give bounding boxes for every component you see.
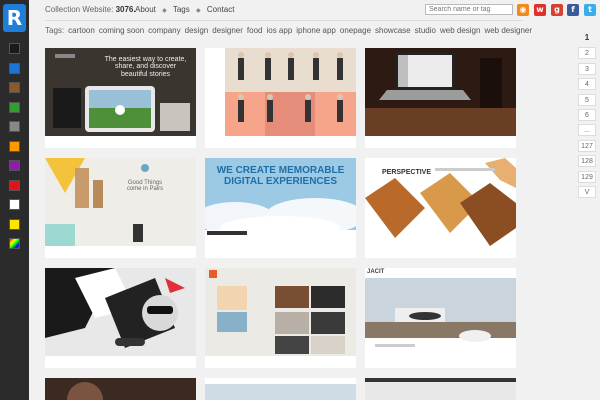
- header-divider: [45, 20, 523, 21]
- color-filter-swatch[interactable]: [9, 101, 20, 113]
- tag-link[interactable]: onepage: [340, 26, 371, 35]
- search-input[interactable]: [425, 4, 513, 15]
- site-thumbnail: [365, 48, 516, 136]
- tag-link[interactable]: web designer: [484, 26, 532, 35]
- site-thumbnail: [45, 158, 196, 246]
- tag-link[interactable]: design: [185, 26, 209, 35]
- site-card[interactable]: PERSPECTIVE: [365, 158, 516, 258]
- site-card[interactable]: [365, 48, 516, 148]
- site-logo[interactable]: R: [3, 4, 26, 32]
- page-link[interactable]: 6: [578, 109, 596, 121]
- site-thumbnail: [365, 378, 516, 400]
- top-bar: Collection Website: 3076. About ◆ Tags ◆…: [45, 0, 585, 20]
- google-plus-icon[interactable]: g: [551, 4, 563, 16]
- page-link[interactable]: 5: [578, 93, 596, 106]
- site-card[interactable]: WE CREATE MEMORABLE DIGITAL EXPERIENCES: [205, 158, 356, 258]
- site-card[interactable]: [45, 378, 196, 400]
- tag-link[interactable]: food: [247, 26, 263, 35]
- tag-link[interactable]: web design: [440, 26, 480, 35]
- card-caption: JACIT: [367, 269, 385, 275]
- sidebar: R: [0, 0, 29, 400]
- site-thumbnail: [205, 268, 356, 356]
- site-thumbnail: [45, 378, 196, 400]
- weibo-icon[interactable]: w: [534, 4, 546, 16]
- page-link[interactable]: 4: [578, 78, 596, 91]
- page-link[interactable]: V: [578, 186, 596, 198]
- nav-tags[interactable]: Tags: [173, 5, 190, 14]
- card-caption: PERSPECTIVE: [382, 169, 432, 176]
- card-caption: WE CREATE MEMORABLE DIGITAL EXPERIENCES: [216, 165, 345, 187]
- site-card[interactable]: JACIT: [365, 268, 516, 368]
- color-filter-swatch[interactable]: [9, 199, 20, 210]
- nav-separator: ◆: [162, 8, 167, 14]
- color-filter-swatch[interactable]: [9, 140, 20, 152]
- tag-link[interactable]: cartoon: [68, 26, 95, 35]
- nav-about[interactable]: About: [135, 5, 156, 14]
- page-link[interactable]: 128: [578, 155, 596, 168]
- site-card[interactable]: The easiest way to create, share, and di…: [45, 48, 196, 148]
- tag-link[interactable]: ios app: [266, 26, 292, 35]
- card-caption: Good Things come in Pairs: [126, 180, 164, 193]
- color-filter-swatch[interactable]: [9, 218, 20, 230]
- site-card[interactable]: [205, 268, 356, 368]
- color-filter-swatch[interactable]: [9, 82, 20, 93]
- main-nav: About ◆ Tags ◆ Contact: [135, 0, 234, 21]
- site-card[interactable]: [365, 378, 516, 400]
- site-count: Collection Website: 3076.: [45, 5, 136, 14]
- twitter-icon[interactable]: t: [584, 4, 596, 16]
- facebook-icon[interactable]: f: [567, 4, 579, 16]
- site-thumbnail: [45, 268, 196, 356]
- nav-separator: ◆: [195, 8, 201, 14]
- tag-link[interactable]: designer: [212, 26, 243, 35]
- color-filter-swatch[interactable]: [9, 121, 20, 132]
- site-card[interactable]: [205, 378, 356, 400]
- color-filter-swatch[interactable]: [9, 179, 20, 191]
- color-filter-swatch[interactable]: [9, 238, 20, 249]
- tag-link[interactable]: iphone app: [296, 26, 336, 35]
- tag-link[interactable]: studio: [415, 26, 436, 35]
- color-filter-swatch[interactable]: [9, 43, 20, 54]
- site-thumbnail: [205, 378, 356, 400]
- color-filter-swatch[interactable]: [9, 62, 20, 74]
- page-link[interactable]: 2: [578, 47, 596, 60]
- tag-link[interactable]: showcase: [375, 26, 411, 35]
- page-link[interactable]: ...: [578, 124, 596, 137]
- color-filter-swatch[interactable]: [9, 160, 20, 171]
- site-card[interactable]: [205, 48, 356, 148]
- page-link[interactable]: 129: [578, 170, 596, 183]
- page-current: 1: [584, 33, 590, 42]
- tags-label: Tags:: [45, 26, 65, 35]
- site-card[interactable]: Good Things come in Pairs: [45, 158, 196, 258]
- tag-link[interactable]: company: [148, 26, 180, 35]
- tag-list: Tags: cartoon coming soon company design desi…: [45, 26, 532, 35]
- site-thumbnail: [365, 268, 516, 356]
- tag-link[interactable]: coming soon: [99, 26, 144, 35]
- rss-icon[interactable]: ◉: [517, 4, 529, 16]
- site-thumbnail: [205, 48, 356, 136]
- page-link[interactable]: 127: [578, 139, 596, 152]
- card-caption: The easiest way to create, share, and di…: [104, 56, 187, 78]
- nav-contact[interactable]: Contact: [207, 5, 235, 14]
- site-card[interactable]: [45, 268, 196, 368]
- page-link[interactable]: 3: [578, 62, 596, 75]
